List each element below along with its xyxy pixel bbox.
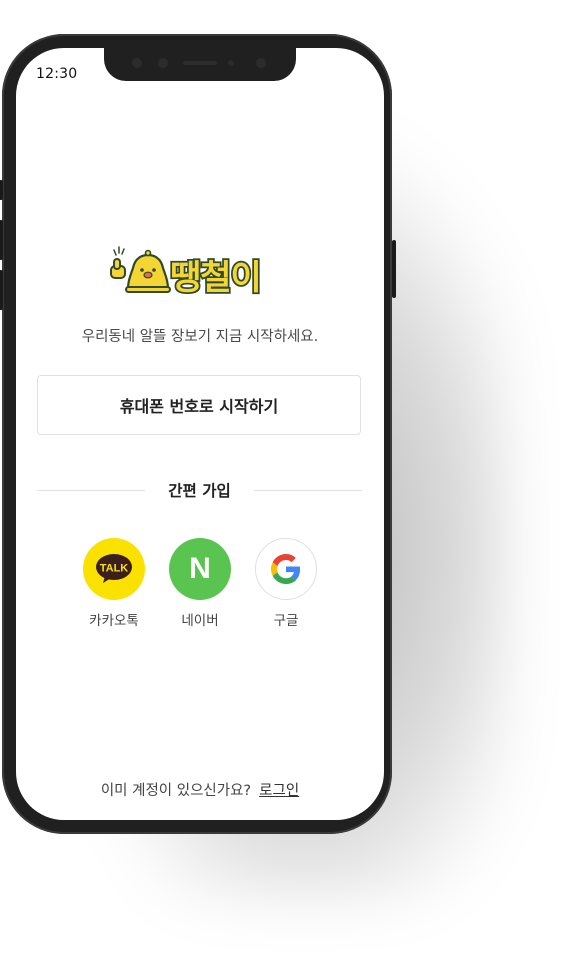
thumbs-up-icon — [110, 258, 126, 279]
svg-text:TALK: TALK — [100, 563, 129, 575]
login-prompt: 이미 계정이 있으신가요? 로그인 — [16, 779, 384, 800]
notch-small-dot — [228, 60, 234, 66]
app-logo: 땡철이 — [110, 246, 264, 300]
notch-front-camera — [256, 58, 266, 68]
tagline: 우리동네 알뜰 장보기 지금 시작하세요. — [81, 329, 319, 345]
phone-side-button-power — [392, 240, 396, 298]
naver-signup-button[interactable]: N 네이버 — [168, 538, 232, 629]
naver-label: 네이버 — [181, 613, 219, 629]
status-time: 12:30 — [36, 66, 78, 82]
kakaotalk-signup-button[interactable]: TALK 카카오톡 — [82, 538, 146, 629]
phone-notch — [104, 48, 296, 81]
bell-icon — [125, 249, 171, 293]
google-icon — [255, 538, 317, 600]
phone-side-button-volume-up — [0, 220, 3, 260]
notch-sensor-dot — [132, 58, 142, 68]
naver-icon: N — [169, 538, 231, 600]
google-signup-button[interactable]: 구글 — [254, 538, 318, 629]
login-link[interactable]: 로그인 — [259, 783, 299, 799]
notch-speaker — [183, 61, 217, 65]
google-label: 구글 — [273, 613, 299, 629]
easy-signup-label: 간편 가입 — [158, 482, 241, 500]
kakaotalk-icon: TALK — [83, 538, 145, 600]
app-logo-text: 땡철이 — [170, 258, 261, 298]
phone-side-button-silent — [0, 180, 3, 200]
notch-camera-dot — [158, 58, 168, 68]
phone-side-button-volume-down — [0, 270, 3, 310]
phone-frame: 12:30 땡철이 우리동네 알뜰 장보기 지금 시작하세요. 휴대폰 번호로 … — [0, 34, 396, 834]
easy-signup-divider: 간편 가입 — [37, 478, 362, 500]
login-question: 이미 계정이 있으신가요? — [100, 783, 252, 799]
start-with-phone-button[interactable]: 휴대폰 번호로 시작하기 — [37, 375, 361, 435]
kakaotalk-label: 카카오톡 — [89, 613, 139, 629]
phone-screen: 12:30 땡철이 우리동네 알뜰 장보기 지금 시작하세요. 휴대폰 번호로 … — [16, 48, 384, 820]
